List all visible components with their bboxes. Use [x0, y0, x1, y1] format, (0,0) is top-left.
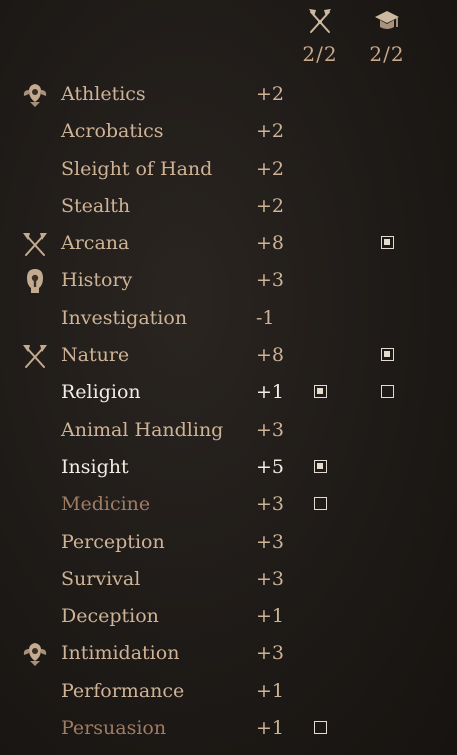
skill-name: Survival	[61, 567, 141, 590]
skill-row-perception[interactable]: Perception +3	[0, 524, 457, 561]
skill-name: History	[61, 269, 133, 292]
skill-modifier: +8	[256, 232, 285, 255]
skill-name: Investigation	[61, 306, 188, 329]
skill-name: Performance	[61, 679, 185, 702]
class-proficiency-column-header: 2/2	[297, 6, 343, 66]
crossed-axes-icon	[20, 342, 50, 370]
skill-name: Persuasion	[61, 717, 167, 740]
class-proficiency-checkbox[interactable]	[314, 497, 327, 511]
skill-modifier: +3	[256, 567, 285, 590]
skill-modifier: +3	[256, 493, 285, 516]
class-proficiency-checkbox[interactable]	[314, 721, 327, 735]
skill-row-nature[interactable]: Nature +8	[0, 337, 457, 374]
skill-modifier: +3	[256, 418, 285, 441]
strength-crest-icon	[20, 81, 50, 109]
background-proficiency-checkbox[interactable]	[381, 385, 394, 399]
skill-modifier: +3	[256, 642, 285, 665]
skill-name: Perception	[61, 530, 165, 553]
background-proficiency-column-header: 2/2	[364, 6, 410, 66]
class-proficiency-count: 2/2	[302, 42, 338, 66]
background-proficiency-count: 2/2	[369, 42, 405, 66]
skill-modifier: +1	[256, 679, 285, 702]
skill-name: Intimidation	[61, 642, 180, 665]
skill-row-insight[interactable]: Insight +5	[0, 449, 457, 486]
skill-name: Athletics	[61, 83, 146, 105]
class-proficiency-checkbox[interactable]	[314, 385, 327, 399]
skill-row-persuasion[interactable]: Persuasion +1	[0, 710, 457, 747]
skill-name: Religion	[61, 381, 141, 404]
skill-name: Insight	[61, 455, 129, 478]
skill-row-deception[interactable]: Deception +1	[0, 598, 457, 635]
skill-modifier: +1	[256, 717, 285, 740]
skill-row-animal-handling[interactable]: Animal Handling +3	[0, 412, 457, 449]
skill-modifier: +3	[256, 530, 285, 553]
skill-name: Deception	[61, 605, 159, 628]
background-proficiency-checkbox[interactable]	[381, 348, 394, 362]
skill-name: Nature	[61, 344, 130, 367]
skill-row-arcana[interactable]: Arcana +8	[0, 225, 457, 262]
skill-modifier: +3	[256, 269, 285, 292]
skill-modifier: +2	[256, 120, 285, 143]
skill-row-sleight-of-hand[interactable]: Sleight of Hand +2	[0, 151, 457, 188]
skill-row-acrobatics[interactable]: Acrobatics +2	[0, 113, 457, 150]
skill-modifier: +2	[256, 157, 285, 180]
skill-row-investigation[interactable]: Investigation -1	[0, 300, 457, 337]
skill-modifier: +2	[256, 194, 285, 217]
background-proficiency-checkbox[interactable]	[381, 236, 394, 250]
skill-row-stealth[interactable]: Stealth +2	[0, 188, 457, 225]
skill-modifier: +5	[256, 455, 285, 478]
strength-crest-icon	[20, 640, 50, 668]
class-proficiency-checkbox[interactable]	[314, 459, 327, 473]
skill-row-religion[interactable]: Religion +1	[0, 374, 457, 411]
skill-row-medicine[interactable]: Medicine +3	[0, 486, 457, 523]
skill-list: Athletics +2 Acrobatics +2 Sleight of Hand +2…	[0, 76, 457, 747]
proficiency-header: 2/2 2/2	[0, 6, 457, 76]
skill-row-intimidation[interactable]: Intimidation +3	[0, 635, 457, 672]
skill-name: Arcana	[61, 232, 130, 255]
skill-name: Stealth	[61, 194, 131, 217]
graduation-cap-icon	[375, 11, 399, 29]
skill-modifier: -1	[256, 306, 275, 329]
keyhole-icon	[20, 267, 50, 295]
skill-row-athletics[interactable]: Athletics +2	[0, 76, 457, 113]
crossed-axes-icon	[20, 230, 50, 258]
skill-name: Medicine	[61, 493, 151, 516]
skill-row-performance[interactable]: Performance +1	[0, 673, 457, 710]
crossed-axes-icon	[309, 9, 331, 33]
skill-row-history[interactable]: History +3	[0, 262, 457, 299]
skill-modifier: +1	[256, 381, 285, 404]
skill-name: Acrobatics	[61, 120, 164, 143]
skill-modifier: +1	[256, 605, 285, 628]
skill-row-survival[interactable]: Survival +3	[0, 561, 457, 598]
skill-modifier: +8	[256, 344, 285, 367]
skill-name: Sleight of Hand	[61, 157, 213, 180]
skill-name: Animal Handling	[61, 418, 224, 441]
skill-modifier: +2	[256, 83, 285, 105]
